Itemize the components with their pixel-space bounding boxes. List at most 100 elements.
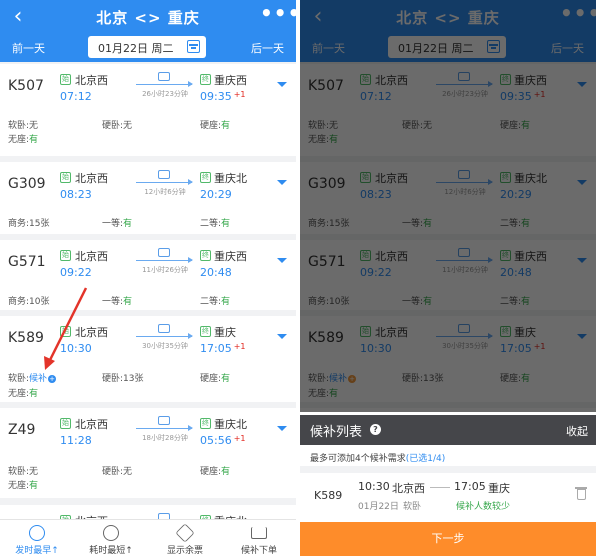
waitlist-header: 候补列表? 收起 xyxy=(300,415,596,445)
expand-chevron-icon[interactable] xyxy=(277,180,287,185)
next-step-button[interactable]: 下一步 xyxy=(300,522,596,556)
arrival-time: 09:35+1 xyxy=(200,90,246,103)
seat-availability: 硬座:有 xyxy=(200,371,230,384)
train-card[interactable]: Z49始北京西11:2818小时28分钟终重庆北05:56+1软卧:无硬卧:无硬… xyxy=(0,408,296,498)
train-card[interactable]: K507始北京西07:1226小时23分钟终重庆西09:35+1软卧:无硬卧:无… xyxy=(0,64,296,156)
seat-class-label: 二等: xyxy=(200,297,222,307)
sort-option[interactable]: 发时最早↑ xyxy=(0,520,74,556)
seat-class-label: 无座: xyxy=(8,135,30,145)
cart-icon xyxy=(251,527,267,539)
train-card[interactable]: G571始北京西09:2211小时26分钟终重庆西20:48商务:10张一等:有… xyxy=(0,240,296,310)
waitlist-add-icon[interactable]: + xyxy=(48,374,57,383)
trip-duration: 30小时35分钟 xyxy=(142,342,188,350)
terminal-station-badge: 终 xyxy=(200,326,211,337)
sort-option-label: 耗时最短↑ xyxy=(89,546,133,556)
clock-early-icon xyxy=(29,525,45,541)
terminal-station-badge: 终 xyxy=(200,418,211,429)
sort-option[interactable]: 显示余票 xyxy=(148,520,222,556)
expand-chevron-icon[interactable] xyxy=(277,258,287,263)
train-card[interactable]: G309始北京西08:2312小时6分钟终重庆北20:29商务:15张一等:有二… xyxy=(0,162,296,234)
expand-chevron-icon[interactable] xyxy=(277,426,287,431)
seat-count: 有 xyxy=(221,297,231,307)
trip-duration: 26小时23分钟 xyxy=(142,90,188,98)
train-card[interactable]: K589 始北京西 10:30 30小时35分钟 终重庆 17:05+1 软卧:候补+ 硬卧:… xyxy=(0,316,296,402)
arrival-time-value: 05:56 xyxy=(200,434,232,447)
collapse-button[interactable]: 收起 xyxy=(566,423,588,439)
arrival-station: 重庆北 xyxy=(214,172,247,185)
departure-time: 11:28 xyxy=(60,434,92,447)
waitlist-departure-station: 北京西 xyxy=(392,482,425,495)
seat-class-label: 硬卧: xyxy=(102,467,124,477)
seat-count: 有 xyxy=(123,297,133,307)
seat-class-label: 软卧: xyxy=(8,121,30,131)
dim-overlay[interactable] xyxy=(300,0,596,412)
seat-class-label: 商务: xyxy=(8,297,30,307)
arrival-station: 重庆 xyxy=(214,326,236,339)
route-arrow xyxy=(136,179,193,185)
divider xyxy=(300,466,596,473)
seat-availability: 硬座:有 xyxy=(200,118,230,131)
route-arrow xyxy=(136,333,193,339)
arrival-station: 重庆北 xyxy=(214,418,247,431)
train-number: K589 xyxy=(8,330,44,346)
more-options-icon[interactable]: ••• xyxy=(260,3,296,28)
waitlist-seat-class: 软卧 xyxy=(403,502,422,512)
arrival-time: 05:56+1 xyxy=(200,434,246,447)
terminal-station-badge: 终 xyxy=(200,74,211,85)
route-stops-icon xyxy=(158,324,170,333)
seat-availability: 硬卧:无 xyxy=(102,118,132,131)
ticket-tag-icon xyxy=(175,523,195,543)
delete-trash-icon[interactable] xyxy=(575,487,587,500)
stopwatch-icon xyxy=(103,525,119,541)
next-day-button[interactable]: 后一天 xyxy=(251,40,284,56)
seat-count: 无 xyxy=(29,121,39,131)
origin-station-badge: 始 xyxy=(60,172,71,183)
expand-chevron-icon[interactable] xyxy=(277,82,287,87)
seat-class-label: 软卧: xyxy=(8,467,30,477)
sort-option[interactable]: 耗时最短↑ xyxy=(74,520,148,556)
prev-day-button[interactable]: 前一天 xyxy=(12,40,45,56)
departure-time: 10:30 xyxy=(60,342,92,355)
arrival-time-value: 20:48 xyxy=(200,266,232,279)
date-picker[interactable]: 01月22日 周二 xyxy=(88,36,206,58)
waitlist-badge[interactable]: 候补 xyxy=(29,374,47,384)
origin-station-badge: 始 xyxy=(60,250,71,261)
seat-count: 无 xyxy=(123,121,133,131)
seat-availability: 无座:有 xyxy=(8,132,38,145)
seat-availability: 硬卧:13张 xyxy=(102,371,144,384)
back-arrow-icon[interactable]: ‹ xyxy=(6,4,30,30)
origin-station-badge: 始 xyxy=(60,418,71,429)
waitlist-train-number: K589 xyxy=(314,489,343,502)
seat-availability: 硬座:有 xyxy=(200,464,230,477)
waitlist-title: 候补列表 xyxy=(310,425,363,440)
train-number: K507 xyxy=(8,78,44,94)
seat-class-label: 硬卧: xyxy=(102,374,124,384)
seat-class-label: 硬座: xyxy=(200,467,222,477)
seat-class-label: 无座: xyxy=(8,481,30,491)
seat-class-label: 硬座: xyxy=(200,374,222,384)
departure-station: 北京西 xyxy=(75,250,108,263)
route-title: 北京 <> 重庆 xyxy=(96,9,200,27)
calendar-icon xyxy=(187,40,200,53)
expand-chevron-icon[interactable] xyxy=(277,334,287,339)
sort-option[interactable]: 候补下单 xyxy=(222,520,296,556)
seat-availability: 硬卧:无 xyxy=(102,464,132,477)
arrival-time: 20:48 xyxy=(200,266,232,279)
waitlist-limit-note: 最多可添加4个候补需求(已选1/4) xyxy=(310,451,445,464)
route-arrow xyxy=(136,425,193,431)
waitlist-arrival-time: 17:05 xyxy=(454,480,486,493)
seat-count: 有 xyxy=(221,219,231,229)
seat-availability: 二等:有 xyxy=(200,216,230,229)
arrival-time-value: 09:35 xyxy=(200,90,232,103)
train-list-with-waitlist-screen: ‹北京 <> 重庆•••前一天01月22日 周二后一天K507始北京西07:12… xyxy=(300,0,596,556)
origin-station-badge: 始 xyxy=(60,74,71,85)
help-icon[interactable]: ? xyxy=(370,424,381,435)
seat-availability: 商务:10张 xyxy=(8,294,50,307)
seat-class-label: 二等: xyxy=(200,219,222,229)
trip-duration: 11小时26分钟 xyxy=(142,266,188,274)
waitlist-arrival-station: 重庆 xyxy=(488,482,510,495)
seat-availability[interactable]: 软卧:候补+ xyxy=(8,371,57,384)
sort-option-label: 发时最早↑ xyxy=(15,546,59,556)
train-number: G309 xyxy=(8,176,46,192)
route-stops-icon xyxy=(158,416,170,425)
